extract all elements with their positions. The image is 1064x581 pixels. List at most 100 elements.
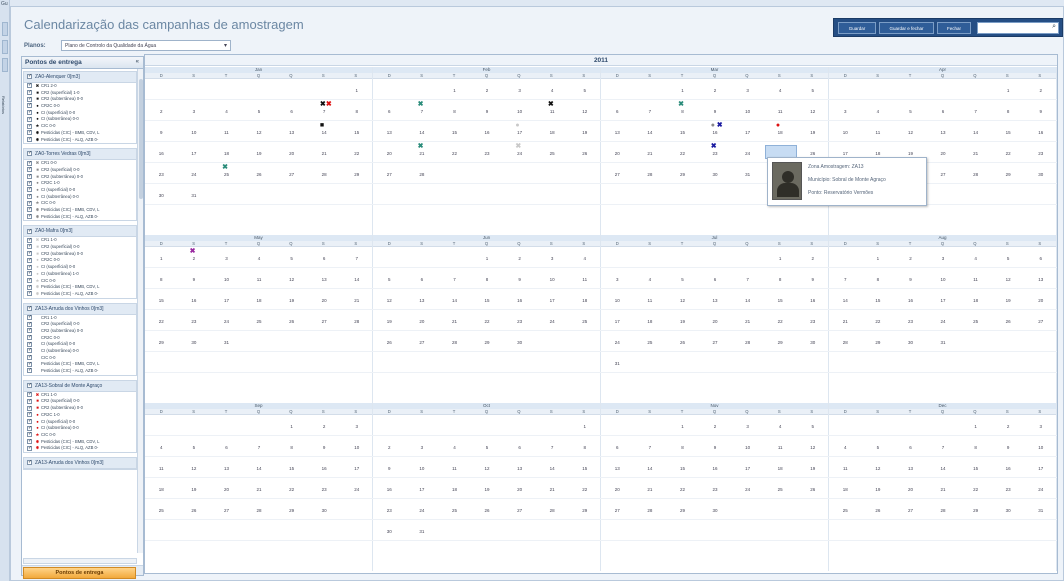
day-cell[interactable]: 9 [796, 268, 829, 288]
day-cell[interactable]: 5 [178, 436, 211, 456]
day-cell[interactable]: 28 [927, 499, 960, 519]
reports-vertical-tab[interactable]: Relatórios [1, 96, 6, 114]
day-cell[interactable]: 16 [145, 142, 178, 162]
day-cell[interactable]: 22 [340, 142, 373, 162]
day-cell[interactable]: 19 [243, 142, 276, 162]
day-cell[interactable]: 23 [373, 499, 406, 519]
day-cell[interactable]: 16 ● ✖ [699, 121, 732, 141]
day-cell[interactable]: 1 [666, 415, 699, 435]
parameter-item[interactable]: ✱Pesticidas (CIC) - BMB, CDV, L [24, 284, 136, 291]
day-cell[interactable]: 16 [178, 289, 211, 309]
day-cell[interactable]: 2 [699, 415, 732, 435]
day-cell[interactable]: 7 [731, 268, 764, 288]
day-cell[interactable]: 14 [927, 457, 960, 477]
parameter-item[interactable]: ■CR2 (subterrânea) 0-0 [24, 405, 136, 412]
day-cell[interactable]: 2 [308, 415, 341, 435]
sidebar-tab[interactable] [2, 22, 8, 36]
day-cell[interactable]: 22 [438, 142, 471, 162]
group-header[interactable]: ZA0-Mafra 0[m3] [24, 226, 136, 238]
day-cell[interactable]: 30 [894, 331, 927, 351]
day-cell[interactable]: 15 [568, 457, 601, 477]
day-cell[interactable]: 25 [438, 499, 471, 519]
day-cell[interactable]: 1 [992, 79, 1025, 99]
day-cell[interactable]: 23 ✖ [699, 142, 732, 162]
day-cell[interactable]: 16 [503, 289, 536, 309]
day-cell[interactable]: 22 [862, 310, 895, 330]
item-checkbox[interactable] [27, 405, 32, 411]
day-cell[interactable]: 27 [406, 331, 439, 351]
day-cell[interactable]: 13 [699, 289, 732, 309]
day-cell[interactable]: 11 [764, 436, 797, 456]
day-cell[interactable]: 24 [536, 310, 569, 330]
day-cell[interactable]: 15 [471, 289, 504, 309]
day-cell[interactable]: 23 [1024, 142, 1057, 162]
day-cell[interactable]: 1 [471, 247, 504, 267]
item-checkbox[interactable] [27, 83, 32, 89]
day-cell[interactable]: 6 [927, 100, 960, 120]
item-checkbox[interactable] [27, 174, 32, 180]
day-cell[interactable]: 26 [243, 163, 276, 183]
day-cell[interactable]: 9 [471, 100, 504, 120]
day-cell[interactable]: 19 [471, 478, 504, 498]
item-checkbox[interactable] [27, 137, 32, 143]
day-cell[interactable]: 21 [536, 478, 569, 498]
day-cell[interactable]: 3 [731, 79, 764, 99]
day-cell[interactable]: 3 [927, 247, 960, 267]
sampling-marker-icon[interactable]: ✖ [678, 101, 684, 108]
day-cell[interactable]: 26 [471, 499, 504, 519]
day-cell[interactable]: 19 [862, 478, 895, 498]
day-cell[interactable]: 24 [731, 142, 764, 162]
day-cell[interactable]: 10 [731, 436, 764, 456]
day-cell[interactable]: 28 [731, 331, 764, 351]
day-cell[interactable]: 20 [373, 142, 406, 162]
parameter-item[interactable]: ✱Pesticidas (CIC) - ALQ, AZB 0- [24, 291, 136, 298]
day-cell[interactable]: 12 [862, 457, 895, 477]
day-cell[interactable]: 2 [1024, 79, 1057, 99]
parameter-item[interactable]: ●CI (superficial) 0-0 [24, 110, 136, 117]
item-checkbox[interactable] [27, 432, 32, 438]
day-cell[interactable]: 13 [308, 268, 341, 288]
day-cell[interactable]: 25 [243, 310, 276, 330]
parameter-item[interactable]: CI (superficial) 0-0 [24, 341, 136, 348]
parameter-item[interactable]: ✱Pesticidas (CIC) - ALQ, AZB 0- [24, 214, 136, 221]
day-cell[interactable]: 13 [894, 457, 927, 477]
day-cell[interactable]: 31 [731, 163, 764, 183]
item-checkbox[interactable] [27, 341, 32, 347]
parameter-item[interactable]: ★CIC 0-0 [24, 123, 136, 130]
day-cell[interactable]: 24 [340, 478, 373, 498]
item-checkbox[interactable] [27, 348, 32, 354]
day-cell[interactable]: 29 [275, 499, 308, 519]
day-cell[interactable]: 17 [406, 478, 439, 498]
parameter-item[interactable]: ●CR2C 1-0 [24, 180, 136, 187]
parameter-item[interactable]: CR2 (subterrânea) 0-0 [24, 328, 136, 335]
sampling-marker-icon[interactable]: ✖ [190, 248, 196, 255]
parameter-item[interactable]: ■CR2 (superficial) 0-0 [24, 398, 136, 405]
day-cell[interactable]: 29 [471, 331, 504, 351]
sampling-marker-icon[interactable]: ■ [320, 122, 324, 129]
day-cell[interactable]: 11 [145, 457, 178, 477]
day-cell[interactable]: 17 [927, 289, 960, 309]
day-cell[interactable]: 6 [699, 268, 732, 288]
day-cell[interactable]: 18 [438, 478, 471, 498]
day-cell[interactable]: 29 [666, 163, 699, 183]
day-cell[interactable]: 14 [959, 121, 992, 141]
day-cell[interactable]: 27 [699, 331, 732, 351]
day-cell[interactable]: 21 [927, 478, 960, 498]
day-cell[interactable]: 5 [796, 415, 829, 435]
day-cell[interactable]: 30 [145, 184, 178, 204]
day-cell[interactable]: 4 [243, 247, 276, 267]
day-cell[interactable]: 31 [406, 520, 439, 540]
day-cell[interactable]: 22 [666, 478, 699, 498]
item-checkbox[interactable] [27, 315, 32, 321]
group-checkbox[interactable] [27, 150, 32, 157]
collapse-icon[interactable]: « [136, 59, 139, 65]
day-cell[interactable]: 12 [275, 268, 308, 288]
day-cell[interactable]: 21 [731, 310, 764, 330]
day-cell[interactable]: 17 [731, 457, 764, 477]
day-cell[interactable]: 16 [894, 289, 927, 309]
day-cell[interactable]: 12 [992, 268, 1025, 288]
day-cell[interactable]: 18 [210, 142, 243, 162]
vertical-scrollbar[interactable] [137, 69, 143, 553]
day-cell[interactable]: 27 [373, 163, 406, 183]
day-cell[interactable]: 22 [764, 310, 797, 330]
